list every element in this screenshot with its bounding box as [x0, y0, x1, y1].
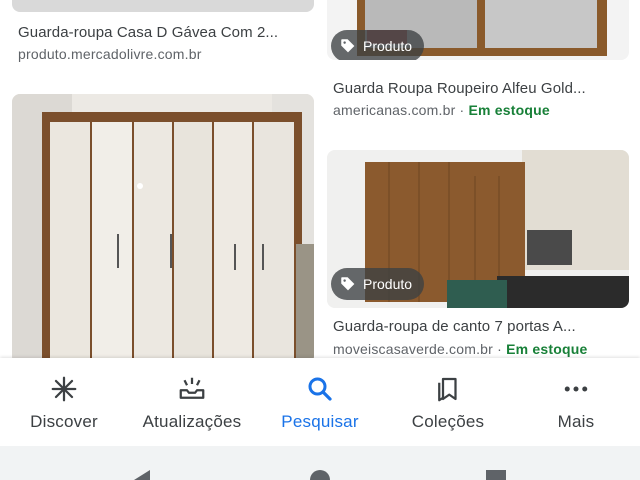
bottom-navigation-bar: Discover Atualizações Pesquisar Coleções [0, 358, 640, 446]
tag-icon [341, 277, 355, 291]
nav-label-discover: Discover [30, 412, 98, 431]
result-source-americanas: americanas.com.br · Em estoque [333, 102, 550, 118]
result-image-americanas[interactable]: Produto [327, 0, 629, 60]
nav-updates[interactable]: Atualizações [128, 358, 256, 446]
result-image-corner-wardrobe[interactable]: Produto [327, 150, 629, 308]
badge-label: Produto [363, 276, 413, 292]
stock-status: Em estoque [506, 341, 588, 357]
tag-icon [341, 39, 355, 53]
source-domain: americanas.com.br [333, 102, 456, 118]
result-image-glossy-wardrobe[interactable] [12, 94, 314, 364]
separator-dot: · [497, 341, 502, 357]
nav-label-collections: Coleções [411, 412, 485, 431]
result-image-mercadolivre[interactable] [12, 0, 314, 12]
bookmarks-icon [438, 377, 457, 402]
nav-more[interactable]: Mais [512, 358, 640, 446]
system-navigation-bar [0, 446, 640, 480]
stock-status: Em estoque [468, 102, 550, 118]
nav-label-search: Pesquisar [281, 412, 359, 431]
recents-icon[interactable] [484, 468, 508, 480]
result-title-mercadolivre[interactable]: Guarda-roupa Casa D Gávea Com 2... [18, 24, 314, 41]
result-source-moveiscasaverde: moveiscasaverde.com.br · Em estoque [333, 341, 587, 357]
nav-search[interactable]: Pesquisar [256, 358, 384, 446]
source-domain: moveiscasaverde.com.br [333, 341, 494, 357]
nav-discover[interactable]: Discover [0, 358, 128, 446]
back-icon[interactable] [130, 468, 154, 480]
nav-label-updates: Atualizações [142, 412, 242, 431]
badge-label: Produto [363, 38, 413, 54]
inbox-updates-icon [179, 377, 205, 399]
result-title-americanas[interactable]: Guarda Roupa Roupeiro Alfeu Gold... [333, 80, 629, 97]
search-icon [308, 377, 332, 401]
glossy-wardrobe-image [12, 94, 314, 364]
product-badge: Produto [331, 30, 425, 60]
nav-collections[interactable]: Coleções [384, 358, 512, 446]
result-title-moveiscasaverde[interactable]: Guarda-roupa de canto 7 portas A... [333, 318, 629, 335]
home-icon[interactable] [308, 468, 332, 480]
product-badge: Produto [331, 268, 425, 300]
nav-label-more: Mais [557, 412, 595, 431]
more-horizontal-icon [564, 386, 588, 392]
separator-dot: · [459, 102, 465, 118]
asterisk-icon [51, 376, 77, 402]
result-source-mercadolivre: produto.mercadolivre.com.br [18, 46, 202, 62]
